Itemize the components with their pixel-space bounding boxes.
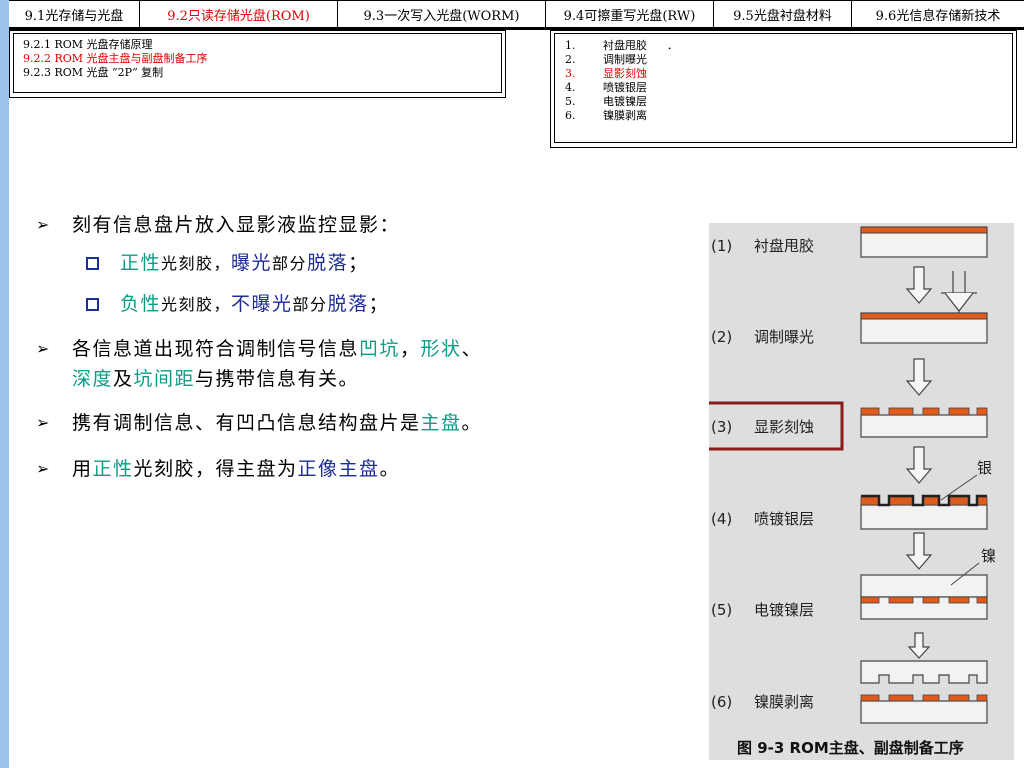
bullet-3: ➢ 携有调制信息、有凹凸信息结构盘片是主盘。 [36, 408, 596, 438]
section-tabs: 9.1光存储与光盘 9.2只读存储光盘(ROM) 9.3一次写入光盘(WORM)… [9, 0, 1024, 30]
steps-menu: 1. 衬盘甩胶． 2. 调制曝光 3. 显影刻蚀 4. 喷镀银层 5. 电镀镍层 6. 镍膜… [550, 30, 1017, 148]
subsection-9-2-1[interactable]: 9.2.1 ROM 光盘存储原理 [23, 38, 501, 52]
bullet-2: ➢ 各信息道出现符合调制信号信息凹坑，形状、 深度及坑间距与携带信息有关。 [36, 334, 596, 394]
step-3-label: 显影刻蚀 [754, 418, 814, 436]
step-item[interactable]: 6. 镍膜剥离 [565, 109, 1012, 123]
step-1-num: (1) [711, 237, 732, 255]
sub-bullet-1: 正性光刻胶，曝光部分脱落； [36, 248, 596, 279]
subsection-9-2-3[interactable]: 9.2.3 ROM 光盘 “2P” 复制 [23, 66, 501, 80]
tab-9-5[interactable]: 9.5光盘衬盘材料 [714, 1, 852, 27]
arrow-bullet-icon: ➢ [36, 339, 51, 358]
step-item[interactable]: 4. 喷镀银层 [565, 81, 1012, 95]
tab-9-6[interactable]: 9.6光信息存储新技术 [852, 1, 1024, 27]
step-2-num: (2) [711, 328, 732, 346]
step-item[interactable]: 5. 电镀镍层 [565, 95, 1012, 109]
nickel-label: 镍 [981, 547, 996, 565]
step-5-num: (5) [711, 601, 732, 619]
step-4-label: 喷镀银层 [754, 510, 814, 528]
step-5-label: 电镀镍层 [754, 601, 814, 619]
square-bullet-icon [86, 298, 99, 311]
process-figure: (1) 衬盘甩胶 (2) 调制曝光 (3) 显影刻蚀 (4) 喷镀银层 (5) … [709, 223, 1014, 760]
step-item[interactable]: 2. 调制曝光 [565, 53, 1012, 67]
silver-label: 银 [977, 459, 992, 477]
tab-9-3[interactable]: 9.3一次写入光盘(WORM) [338, 1, 546, 27]
bullet-4: ➢ 用正性光刻胶，得主盘为正像主盘。 [36, 454, 596, 484]
sub-bullet-2: 负性光刻胶，不曝光部分脱落； [36, 289, 596, 320]
arrow-bullet-icon: ➢ [36, 459, 51, 478]
tab-9-4[interactable]: 9.4可擦重写光盘(RW) [546, 1, 714, 27]
step-6-label: 镍膜剥离 [754, 693, 814, 711]
step-item[interactable]: 1. 衬盘甩胶． [565, 39, 1012, 53]
step-2-label: 调制曝光 [754, 328, 814, 346]
bullet-1: ➢ 刻有信息盘片放入显影液监控显影： [36, 210, 596, 240]
arrow-down-icon [905, 266, 933, 304]
arrow-bullet-icon: ➢ [36, 215, 51, 234]
step-6-num: (6) [711, 693, 732, 711]
arrow-down-icon [905, 358, 933, 396]
bullet-content: ➢ 刻有信息盘片放入显影液监控显影： 正性光刻胶，曝光部分脱落； 负性光刻胶，不… [36, 210, 596, 484]
tab-9-1[interactable]: 9.1光存储与光盘 [9, 1, 140, 27]
subsection-9-2-2[interactable]: 9.2.2 ROM 光盘主盘与副盘制备工序 [23, 52, 501, 66]
step-4-num: (4) [711, 510, 732, 528]
figure-caption: 图 9-3 ROM主盘、副盘制备工序 [737, 739, 964, 757]
step-item-active[interactable]: 3. 显影刻蚀 [565, 67, 1012, 81]
subsection-menu: 9.2.1 ROM 光盘存储原理 9.2.2 ROM 光盘主盘与副盘制备工序 9… [9, 30, 506, 98]
arrow-down-icon [905, 446, 933, 484]
arrow-bullet-icon: ➢ [36, 413, 51, 432]
arrow-down-icon [907, 632, 931, 659]
step-3-num: (3) [711, 418, 732, 436]
left-accent-bar [0, 0, 9, 768]
arrow-down-icon [905, 532, 933, 570]
square-bullet-icon [86, 257, 99, 270]
tab-9-2[interactable]: 9.2只读存储光盘(ROM) [140, 1, 338, 27]
step-1-label: 衬盘甩胶 [754, 237, 814, 255]
